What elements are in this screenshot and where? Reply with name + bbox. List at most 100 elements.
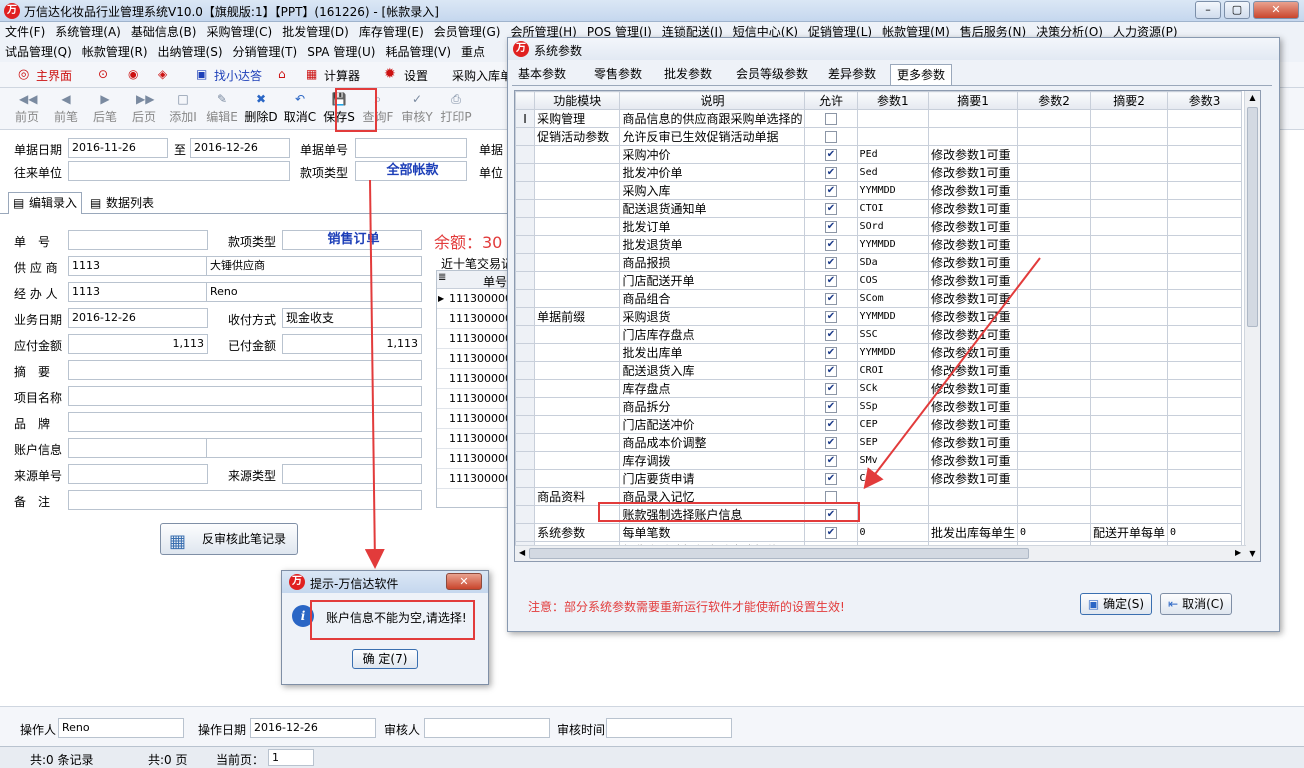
param-row[interactable]: 商品报损 ✔ SDa 修改参数1可重	[515, 253, 1242, 272]
checked-checkbox[interactable]: ✔	[825, 149, 837, 161]
dialog-ok-button[interactable]: ▣ 确定(S)	[1080, 593, 1152, 615]
param-p1[interactable]	[856, 109, 930, 128]
toolbar-button[interactable]: ↶ 取消C	[281, 90, 319, 128]
param-p2[interactable]	[1017, 253, 1092, 272]
param-row[interactable]: 系统参数 每单笔数 ✔ 0 批发出库每单生 0 配送开单每单 0	[515, 523, 1242, 542]
checked-checkbox[interactable]: ✔	[825, 185, 837, 197]
checked-checkbox[interactable]: ✔	[825, 293, 837, 305]
param-s2[interactable]	[1090, 163, 1169, 182]
param-p3[interactable]	[1167, 415, 1242, 434]
column-header[interactable]: 允许	[804, 91, 858, 110]
source-no-field[interactable]	[68, 464, 208, 484]
checked-checkbox[interactable]: ✔	[825, 437, 837, 449]
alert-close-button[interactable]: ✕	[446, 573, 482, 590]
param-s1[interactable]: 修改参数1可重	[928, 163, 1019, 182]
param-p1[interactable]: SOrd	[856, 217, 930, 236]
checked-checkbox[interactable]: ✔	[825, 527, 837, 539]
params-vscrollbar[interactable]: ▲ ▼	[1244, 91, 1260, 561]
menu-item[interactable]: 系统管理(A)	[50, 22, 126, 42]
param-s2[interactable]	[1090, 217, 1169, 236]
param-s2[interactable]	[1090, 235, 1169, 254]
param-row[interactable]: 批发冲价单 ✔ Sed 修改参数1可重	[515, 163, 1242, 182]
param-p2[interactable]	[1017, 325, 1092, 344]
param-p3[interactable]	[1167, 361, 1242, 380]
param-p3[interactable]	[1167, 235, 1242, 254]
param-p3[interactable]	[1167, 433, 1242, 452]
param-p1[interactable]: COS	[856, 271, 930, 290]
menu-item[interactable]: 重点	[456, 42, 490, 62]
settings-button[interactable]: 设置	[404, 67, 428, 84]
form-type-select[interactable]: 销售订单	[282, 230, 422, 250]
remark-field[interactable]	[68, 490, 422, 510]
tab-list[interactable]: ▤ 数据列表	[86, 193, 158, 215]
lock-icon[interactable]: ⊙	[98, 67, 108, 81]
column-header[interactable]: 摘要1	[928, 91, 1019, 110]
maximize-button[interactable]: ▢	[1224, 1, 1250, 19]
brand-field[interactable]	[68, 412, 422, 432]
checked-checkbox[interactable]: ✔	[825, 383, 837, 395]
param-row[interactable]: 促销活动参数 允许反审已生效促销活动单据	[515, 127, 1242, 146]
current-page-field[interactable]: 1	[268, 749, 314, 766]
checked-checkbox[interactable]: ✔	[825, 329, 837, 341]
menu-item[interactable]: 出纳管理(S)	[153, 42, 228, 62]
param-row[interactable]: 门店配送冲价 ✔ CEP 修改参数1可重	[515, 415, 1242, 434]
param-p3[interactable]: 0	[1167, 523, 1242, 542]
param-p1[interactable]: YYMMDD	[856, 307, 930, 326]
param-p3[interactable]	[1167, 253, 1242, 272]
param-s2[interactable]	[1090, 145, 1169, 164]
param-s1[interactable]: 修改参数1可重	[928, 433, 1019, 452]
checked-checkbox[interactable]: ✔	[825, 419, 837, 431]
unchecked-checkbox[interactable]	[825, 113, 837, 125]
minimize-button[interactable]: –	[1195, 1, 1221, 19]
param-p1[interactable]	[856, 505, 930, 524]
param-s1[interactable]	[928, 487, 1019, 506]
recent-row[interactable]: 1113000001	[437, 369, 507, 389]
dialog-cancel-button[interactable]: ⇤ 取消(C)	[1160, 593, 1232, 615]
param-s2[interactable]	[1090, 271, 1169, 290]
param-s1[interactable]	[928, 505, 1019, 524]
dialog-tab[interactable]: 差异参数	[822, 64, 882, 85]
param-s1[interactable]: 修改参数1可重	[928, 199, 1019, 218]
param-p1[interactable]: Sed	[856, 163, 930, 182]
param-s1[interactable]: 修改参数1可重	[928, 289, 1019, 308]
param-s2[interactable]	[1090, 199, 1169, 218]
param-p1[interactable]: SSp	[856, 397, 930, 416]
checked-checkbox[interactable]: ✔	[825, 257, 837, 269]
param-row[interactable]: 采购入库 ✔ YYMMDD 修改参数1可重	[515, 181, 1242, 200]
purchase-entry-button[interactable]: 采购入库单	[452, 67, 512, 84]
checked-checkbox[interactable]: ✔	[825, 473, 837, 485]
param-p1[interactable]: SSC	[856, 325, 930, 344]
param-p2[interactable]	[1017, 469, 1092, 488]
param-p3[interactable]	[1167, 181, 1242, 200]
checked-checkbox[interactable]: ✔	[825, 401, 837, 413]
param-s2[interactable]	[1090, 289, 1169, 308]
partner-field[interactable]	[68, 161, 290, 181]
alert-ok-button[interactable]: 确 定(7)	[352, 649, 418, 669]
param-row[interactable]: 商品拆分 ✔ SSp 修改参数1可重	[515, 397, 1242, 416]
param-p3[interactable]	[1167, 289, 1242, 308]
param-s1[interactable]: 修改参数1可重	[928, 253, 1019, 272]
column-header[interactable]: 参数1	[856, 91, 930, 110]
menu-item[interactable]: 分销管理(T)	[228, 42, 303, 62]
home-button[interactable]: 主界面	[36, 67, 72, 84]
param-p1[interactable]: CEP	[856, 415, 930, 434]
param-row[interactable]: 商品组合 ✔ SCom 修改参数1可重	[515, 289, 1242, 308]
menu-item[interactable]: 库存管理(E)	[354, 22, 429, 42]
param-row[interactable]: 门店库存盘点 ✔ SSC 修改参数1可重	[515, 325, 1242, 344]
param-s1[interactable]: 修改参数1可重	[928, 271, 1019, 290]
param-s2[interactable]	[1090, 415, 1169, 434]
param-p3[interactable]	[1167, 469, 1242, 488]
project-field[interactable]	[68, 386, 422, 406]
param-p1[interactable]: SCom	[856, 289, 930, 308]
toolbar-button[interactable]: ✖ 删除D	[242, 90, 280, 128]
checked-checkbox[interactable]: ✔	[825, 365, 837, 377]
recent-row[interactable]: 1113000001	[437, 449, 507, 469]
scroll-up-icon[interactable]: ▲	[1245, 91, 1260, 105]
paid-field[interactable]: 1,113	[282, 334, 422, 354]
param-s1[interactable]: 批发出库每单生	[928, 523, 1019, 542]
column-header[interactable]: 参数3	[1167, 91, 1242, 110]
param-p2[interactable]	[1017, 289, 1092, 308]
date-from-field[interactable]: 2016-11-26	[68, 138, 168, 158]
param-p2[interactable]	[1017, 343, 1092, 362]
menu-item[interactable]: 帐款管理(R)	[77, 42, 153, 62]
